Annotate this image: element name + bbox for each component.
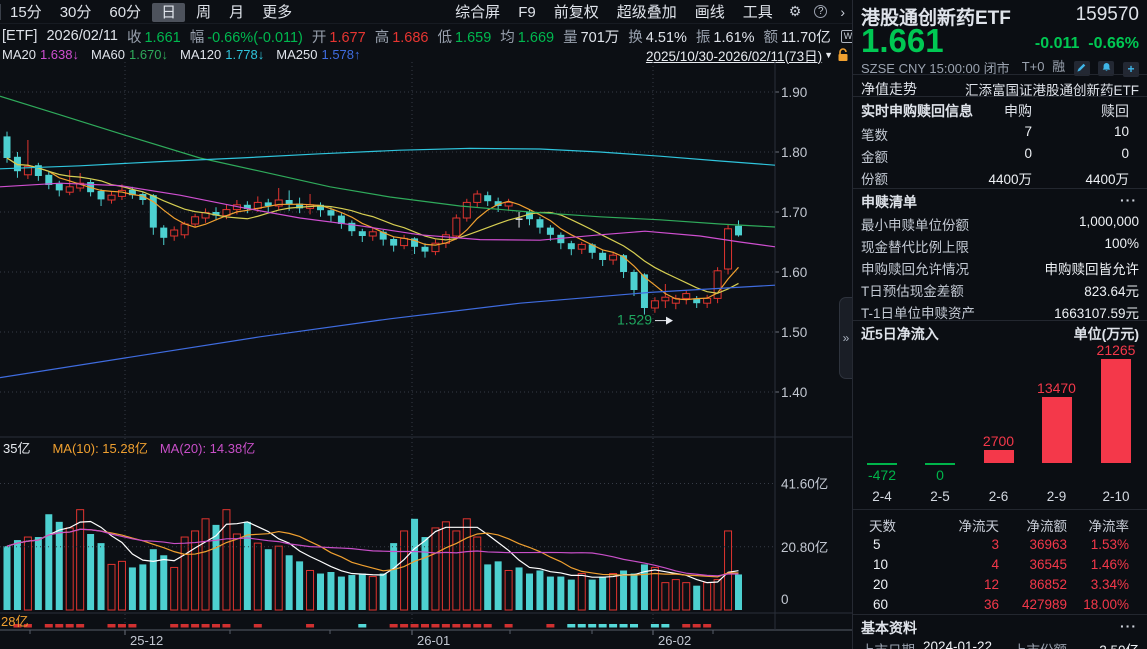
- svg-text:1.70: 1.70: [781, 205, 807, 220]
- quote-field-高: 高1.686: [375, 26, 429, 46]
- unlock-icon[interactable]: [837, 48, 850, 62]
- price-change: -0.011 -0.66%: [861, 35, 1139, 53]
- svg-text:1.90: 1.90: [781, 85, 807, 100]
- margin-flag: 融: [1052, 59, 1065, 74]
- svg-text:25-12: 25-12: [130, 633, 163, 648]
- ma-legend-MA20: MA201.638↓: [2, 47, 79, 62]
- quote-info-bar: [ETF] 2026/02/11 收1.661 幅-0.66%(-0.011) 开1.6…: [2, 26, 852, 46]
- svg-text:26-02: 26-02: [658, 633, 691, 648]
- tplus-flag: T+0: [1022, 59, 1045, 74]
- quote-field: 2026/02/11: [46, 28, 118, 44]
- basic-info-row: 上市日期 2024-01-22 上市份额 2.50亿: [861, 639, 1139, 649]
- inflow-value-label: 2700: [969, 433, 1029, 449]
- rt-row: 笔数 7 10: [861, 124, 1139, 144]
- period-tab-月[interactable]: 月: [220, 3, 253, 22]
- help-icon[interactable]: ?: [814, 5, 827, 18]
- quote-field-开: 开1.677: [312, 26, 366, 46]
- gear-icon[interactable]: ⚙: [782, 3, 809, 20]
- chevron-right-icon[interactable]: ›: [833, 4, 852, 20]
- sq-section-title: 申赎清单···: [861, 192, 1139, 212]
- inflow-value-label: 13470: [1027, 380, 1087, 396]
- inflow-zero-line: [925, 463, 955, 465]
- inflow-category-label: 2-6: [969, 489, 1029, 504]
- quote-field-振: 振1.61%: [696, 26, 755, 46]
- svg-text:1.40: 1.40: [781, 385, 807, 400]
- tool-button-F9[interactable]: F9: [509, 3, 545, 22]
- inflow-category-label: 2-9: [1027, 489, 1087, 504]
- quote-field-收: 收1.661: [127, 26, 181, 46]
- inflow-category-label: 2-5: [910, 489, 970, 504]
- panel-collapse-handle[interactable]: »: [839, 297, 852, 379]
- inflow-value-label: 21265: [1086, 342, 1146, 358]
- volume-legend: 35亿 MA(10): 15.28亿 MA(20): 14.38亿: [3, 438, 267, 457]
- kv-row: 最小申赎单位份额1,000,000: [861, 214, 1139, 234]
- tool-button-工具[interactable]: 工具: [734, 3, 782, 22]
- tool-buttons: 综合屏F9前复权超级叠加画线工具: [446, 1, 782, 22]
- quote-field: [ETF]: [2, 28, 37, 44]
- tool-button-综合屏[interactable]: 综合屏: [446, 3, 509, 22]
- flow-section-title: 近5日净流入 单位(万元): [861, 324, 1139, 344]
- more-ellipsis-icon[interactable]: ···: [1120, 618, 1137, 634]
- ma-items: MA201.638↓ MA601.670↓ MA1201.778↓ MA2501.57…: [2, 47, 373, 62]
- inflow-category-label: 2-4: [852, 489, 912, 504]
- period-tab-30分[interactable]: 30分: [51, 3, 101, 22]
- net-inflow-bar-chart: -472 2-4 0 2-5 2700 2-6 13470 2-9 21265 2-10: [853, 343, 1147, 505]
- kv-row: 现金替代比例上限100%: [861, 236, 1139, 256]
- svg-text:41.60亿: 41.60亿: [781, 477, 828, 492]
- more-ellipsis-icon[interactable]: ···: [1120, 192, 1137, 208]
- inflow-category-label: 2-10: [1086, 489, 1146, 504]
- inflow-bar: [984, 450, 1014, 463]
- wp-badge-icon[interactable]: WP: [841, 30, 852, 43]
- ma-legend-MA250: MA2501.578↑: [276, 47, 360, 62]
- quote-field-幅: 幅-0.66%(-0.011): [190, 26, 303, 46]
- period-tab-15分[interactable]: 15分: [1, 3, 51, 22]
- inflow-bar: [1101, 359, 1131, 463]
- inflow-bar: [1042, 397, 1072, 463]
- kv-row: 申购赎回允许情况申购赎回皆允许: [861, 258, 1139, 278]
- period-tab-周[interactable]: 周: [187, 3, 220, 22]
- svg-text:1.50: 1.50: [781, 325, 807, 340]
- svg-text:1.80: 1.80: [781, 145, 807, 160]
- inflow-value-label: -472: [852, 467, 912, 483]
- kv-row: T日预估现金差额823.64元: [861, 280, 1139, 300]
- period-tab-60分[interactable]: 60分: [100, 3, 150, 22]
- ma-legend-bar: MA201.638↓ MA601.670↓ MA1201.778↓ MA2501.57…: [2, 47, 850, 62]
- tool-button-前复权[interactable]: 前复权: [545, 3, 608, 22]
- volume-amount-label: 35亿: [3, 441, 30, 456]
- inflow-value-label: 0: [910, 467, 970, 483]
- period-toolbar: 15分30分60分日周月更多 综合屏F9前复权超级叠加画线工具 ⚙ ? ›: [0, 0, 852, 24]
- ma-legend-MA60: MA601.670↓: [91, 47, 168, 62]
- quote-side-panel: 港股通创新药ETF 159570 1.661 -0.011 -0.66% SZS…: [852, 0, 1147, 649]
- svg-text:1.60: 1.60: [781, 265, 807, 280]
- rt-section-title: 实时申购赎回信息: [861, 101, 1139, 121]
- tool-button-画线[interactable]: 画线: [686, 3, 734, 22]
- period-tab-更多[interactable]: 更多: [253, 3, 301, 22]
- rt-row: 金额 0 0: [861, 146, 1139, 166]
- flow-unit-label: 单位(万元): [1074, 324, 1139, 344]
- period-tab-日[interactable]: 日: [152, 3, 185, 22]
- svg-text:1.529: 1.529: [617, 312, 652, 328]
- trading-app-window: 15分30分60分日周月更多 综合屏F9前复权超级叠加画线工具 ⚙ ? › [E…: [0, 0, 1147, 649]
- quote-field-量: 量701万: [563, 26, 619, 46]
- quote-field-均: 均1.669: [500, 26, 554, 46]
- period-tabs: 15分30分60分日周月更多: [1, 1, 301, 22]
- svg-text:0: 0: [781, 592, 789, 607]
- quote-field-换: 换4.51%: [628, 26, 687, 46]
- rt-row: 份额 4400万 4400万: [861, 168, 1139, 188]
- quote-field-额: 额11.70亿: [764, 26, 831, 46]
- svg-text:20.80亿: 20.80亿: [781, 540, 828, 555]
- basic-section-title: 基本资料···: [861, 618, 1139, 638]
- inflow-zero-line: [867, 463, 897, 465]
- volume-ma20-label: MA(20): 14.38亿: [160, 441, 255, 456]
- tool-button-超级叠加[interactable]: 超级叠加: [608, 3, 686, 22]
- ma-legend-MA120: MA1201.778↓: [180, 47, 264, 62]
- kv-row: T-1日单位申赎资产1663107.59元: [861, 302, 1139, 322]
- volume-ma10-label: MA(10): 15.28亿: [52, 441, 147, 456]
- quote-field-低: 低1.659: [437, 26, 491, 46]
- kline-chart[interactable]: 1.90 1.80 1.70 1.60 1.50 1.40 25-12 26-01 26-02 4…: [0, 62, 852, 649]
- corner-amount-label: 28亿: [1, 611, 28, 630]
- svg-text:26-01: 26-01: [417, 633, 450, 648]
- caret-down-icon[interactable]: ▼: [824, 50, 833, 60]
